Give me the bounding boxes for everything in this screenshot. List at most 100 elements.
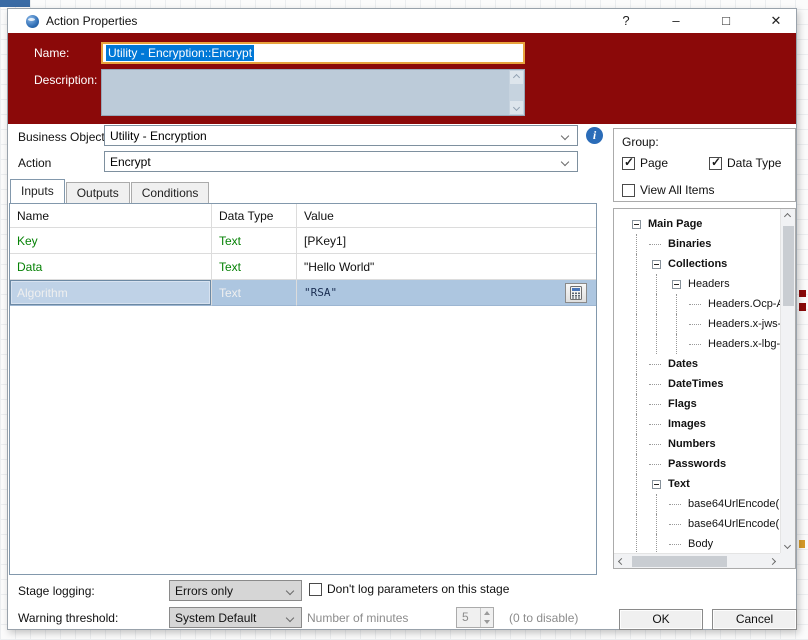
- tree-horizontal-scrollbar[interactable]: [614, 553, 780, 568]
- scroll-left-icon[interactable]: [614, 554, 629, 569]
- scrollbar-corner: [780, 553, 795, 568]
- cancel-button[interactable]: Cancel: [712, 609, 797, 630]
- tree-item-passwords[interactable]: Passwords: [614, 454, 780, 474]
- param-name-cell[interactable]: Key: [10, 228, 212, 254]
- tree-item-label: base64UrlEncode(Pa: [688, 518, 780, 530]
- checkbox-icon[interactable]: [709, 155, 722, 170]
- collapse-icon[interactable]: [671, 279, 681, 289]
- tree-item-headers-x-lbg-o[interactable]: Headers.x-lbg-o: [614, 334, 780, 354]
- tree-guide-line: [646, 494, 666, 514]
- tree-expander-cell: [646, 474, 666, 494]
- action-dropdown[interactable]: Encrypt: [104, 151, 578, 172]
- param-name-cell[interactable]: Data: [10, 254, 212, 280]
- tree-item-flags[interactable]: Flags: [614, 394, 780, 414]
- tab-conditions[interactable]: Conditions: [130, 182, 210, 203]
- tree-connector-line: [686, 334, 706, 354]
- group-label: Group:: [622, 135, 659, 149]
- minutes-spinner[interactable]: 5: [456, 607, 494, 628]
- close-button[interactable]: ✕: [761, 11, 791, 31]
- tree-item-images[interactable]: Images: [614, 414, 780, 434]
- minimize-button[interactable]: –: [661, 11, 691, 31]
- tree-item-body[interactable]: Body: [614, 534, 780, 553]
- tree-item-headers[interactable]: Headers: [614, 274, 780, 294]
- calculator-button[interactable]: [565, 283, 587, 303]
- background-window-tab: [0, 0, 30, 7]
- checkbox-view-all-items[interactable]: View All Items: [622, 183, 714, 197]
- spinner-down-icon[interactable]: [481, 618, 493, 628]
- tree-guide-line: [626, 314, 646, 334]
- info-icon[interactable]: i: [586, 127, 603, 144]
- business-object-dropdown[interactable]: Utility - Encryption: [104, 125, 578, 146]
- tree-item-base64urlencode-h[interactable]: base64UrlEncode(H: [614, 494, 780, 514]
- tree-guide-line: [646, 334, 666, 354]
- collapse-icon[interactable]: [651, 259, 661, 269]
- column-header-value[interactable]: Value: [297, 204, 596, 228]
- tree-guide-line: [626, 434, 646, 454]
- tree-item-label: Collections: [668, 258, 728, 270]
- tree-connector-line: [646, 234, 666, 254]
- param-type-cell[interactable]: Text: [212, 228, 297, 254]
- spinner-up-icon[interactable]: [481, 608, 493, 618]
- help-button[interactable]: ?: [611, 11, 641, 31]
- param-name-cell[interactable]: Algorithm: [10, 280, 212, 306]
- tree-item-label: base64UrlEncode(H: [688, 498, 780, 510]
- scroll-up-icon[interactable]: [510, 71, 523, 84]
- tree-guide-line: [626, 294, 646, 314]
- tree-item-dates[interactable]: Dates: [614, 354, 780, 374]
- checkbox-icon[interactable]: [309, 582, 322, 596]
- action-label: Action: [18, 156, 52, 170]
- collapse-icon[interactable]: [651, 479, 661, 489]
- tree-item-datetimes[interactable]: DateTimes: [614, 374, 780, 394]
- tree-guide-line: [626, 494, 646, 514]
- table-row-algorithm[interactable]: Algorithm Text "RSA": [10, 280, 596, 306]
- tree-hscroll-thumb[interactable]: [632, 556, 727, 567]
- table-row-data[interactable]: Data Text "Hello World": [10, 254, 596, 280]
- warning-threshold-value: System Default: [175, 610, 257, 625]
- dont-log-checkbox[interactable]: Don't log parameters on this stage: [309, 582, 509, 596]
- description-input[interactable]: [101, 69, 525, 116]
- action-properties-dialog: Action Properties ? – □ ✕ Name: Utility - E…: [7, 8, 797, 630]
- scroll-right-icon[interactable]: [765, 554, 780, 569]
- param-value-cell[interactable]: "RSA": [297, 280, 596, 306]
- tree-guide-line: [626, 474, 646, 494]
- maximize-button[interactable]: □: [711, 11, 741, 31]
- tree-item-base64urlencode-pa[interactable]: base64UrlEncode(Pa: [614, 514, 780, 534]
- scroll-down-icon[interactable]: [780, 538, 795, 553]
- ok-button[interactable]: OK: [619, 609, 703, 630]
- table-row-key[interactable]: Key Text [PKey1]: [10, 228, 596, 254]
- name-input[interactable]: Utility - Encryption::Encrypt: [101, 42, 525, 64]
- description-label: Description:: [34, 73, 98, 87]
- tab-inputs[interactable]: Inputs: [10, 179, 65, 203]
- tree-connector-line: [646, 454, 666, 474]
- column-header-name[interactable]: Name: [10, 204, 212, 228]
- tree-item-headers-x-jws-s[interactable]: Headers.x-jws-s: [614, 314, 780, 334]
- tree-item-text[interactable]: Text: [614, 474, 780, 494]
- tree-vscroll-thumb[interactable]: [783, 226, 794, 306]
- tree-item-numbers[interactable]: Numbers: [614, 434, 780, 454]
- tree-item-binaries[interactable]: Binaries: [614, 234, 780, 254]
- tree-vertical-scrollbar[interactable]: [780, 209, 795, 553]
- tree-connector-line: [646, 374, 666, 394]
- tree-item-headers-ocp-ap[interactable]: Headers.Ocp-Ap: [614, 294, 780, 314]
- tab-outputs[interactable]: Outputs: [65, 182, 130, 203]
- tree-item-main-page[interactable]: Main Page: [614, 214, 780, 234]
- param-value-cell[interactable]: [PKey1]: [297, 228, 596, 254]
- checkbox-icon[interactable]: [622, 155, 635, 170]
- param-type-cell[interactable]: Text: [212, 254, 297, 280]
- column-header-data-type[interactable]: Data Type: [212, 204, 297, 228]
- tree-item-collections[interactable]: Collections: [614, 254, 780, 274]
- scroll-up-icon[interactable]: [780, 209, 795, 224]
- description-scrollbar[interactable]: [509, 70, 524, 115]
- checkbox-icon[interactable]: [622, 183, 635, 197]
- checkbox-page[interactable]: Page: [622, 155, 668, 170]
- checkbox-data-type[interactable]: Data Type: [709, 155, 781, 170]
- collapse-icon[interactable]: [631, 219, 641, 229]
- tree-item-label: Numbers: [668, 438, 716, 450]
- tree-connector-line: [686, 314, 706, 334]
- param-value-cell[interactable]: "Hello World": [297, 254, 596, 280]
- scroll-down-icon[interactable]: [510, 101, 523, 114]
- param-type-cell[interactable]: Text: [212, 280, 297, 306]
- warning-threshold-dropdown[interactable]: System Default: [169, 607, 302, 628]
- stage-logging-dropdown[interactable]: Errors only: [169, 580, 302, 601]
- title-bar[interactable]: Action Properties ? – □ ✕: [8, 9, 796, 33]
